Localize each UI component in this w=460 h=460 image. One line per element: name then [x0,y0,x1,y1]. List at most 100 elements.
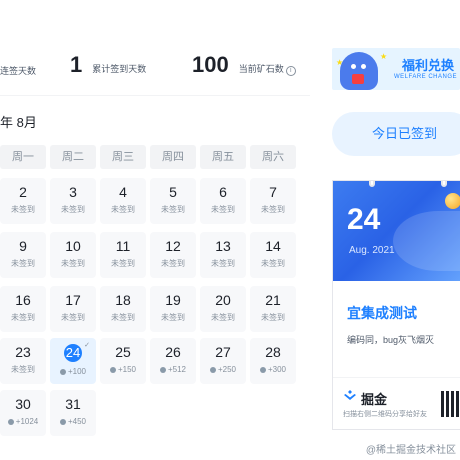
calendar-day[interactable]: 30 +1024 [0,390,46,436]
day-status: 未签到 [11,313,35,322]
weekday-thu: 周四 [150,145,196,169]
reward-value: +100 [67,367,87,376]
day-number: 25 [115,344,131,360]
day-reward: +300 [250,365,296,375]
info-icon[interactable]: i [285,66,296,76]
calendar-day[interactable]: 25 +150 [100,338,146,384]
calendar-day[interactable]: 17 未签到 [50,286,96,332]
day-number: 4 [119,184,127,200]
day-number: 20 [215,292,231,308]
card-month-year: Aug. 2021 [349,245,395,256]
calendar-day[interactable]: 11 未签到 [100,232,146,278]
signed-check-icon: ✓ [84,342,90,349]
day-status: 未签到 [111,205,135,214]
reward-value: +250 [217,365,237,374]
calendar-day[interactable]: 9 未签到 [0,232,46,278]
juejin-logo-icon [344,390,356,400]
share-hint: 扫描右侧二维码分享给好友 [343,411,427,418]
weekday-sat: 周六 [250,145,296,169]
day-status: 未签到 [61,205,85,214]
calendar-day[interactable]: 14 未签到 [250,232,296,278]
reward-value: +150 [117,365,137,374]
cumulative-days-value: 1 [70,52,83,77]
ore-icon [209,366,216,373]
star-icon: ★ [380,52,388,61]
day-reward: +250 [200,365,246,375]
day-reward: +512 [150,365,196,375]
reward-value: +300 [267,365,287,374]
card-headline: 宜集成测试 [347,305,417,321]
day-status: 未签到 [111,313,135,322]
calendar-day[interactable]: 31 +450 [50,390,96,436]
day-status: 未签到 [11,365,35,374]
calendar-day[interactable]: 18 未签到 [100,286,146,332]
calendar-day[interactable]: 5 未签到 [150,178,196,224]
day-status: 未签到 [11,259,35,268]
day-number: 27 [215,344,231,360]
welfare-exchange-banner[interactable]: ★ ★ 福利兑换 WELFARE CHANGE [332,48,460,90]
day-number: 5 [169,184,177,200]
calendar-day[interactable]: 13 未签到 [200,232,246,278]
ore-icon [7,418,14,425]
calendar-day[interactable]: 27 +250 [200,338,246,384]
share-card: 24 Aug. 2021 宜集成测试 编码同，bug灰飞烟灭 掘金 扫描右侧二维… [332,180,460,430]
calendar-day[interactable]: 21 未签到 [250,286,296,332]
day-number: 9 [19,238,27,254]
day-number: 26 [165,344,181,360]
day-status: 未签到 [261,205,285,214]
day-status: 未签到 [61,259,85,268]
day-number: 18 [115,292,131,308]
ore-icon [159,366,166,373]
ore-icon [109,366,116,373]
day-status: 未签到 [211,205,235,214]
weekday-fri: 周五 [200,145,246,169]
calendar-day[interactable]: 10 未签到 [50,232,96,278]
calendar-day[interactable]: 12 未签到 [150,232,196,278]
calendar-day-today[interactable]: ✓ 24 +100 [50,338,96,384]
day-number: 6 [219,184,227,200]
stats-bar: 连签天数 1 累计签到天数 100 当前矿石数 i [0,0,310,90]
day-status: 未签到 [61,313,85,322]
card-day: 24 [347,203,381,236]
signed-in-button[interactable]: 今日已签到 [332,112,460,156]
calendar-day[interactable]: 7 未签到 [250,178,296,224]
divider [0,95,310,96]
day-number: 12 [165,238,181,254]
day-number: 24 [64,344,82,362]
calendar-day[interactable]: 19 未签到 [150,286,196,332]
day-number: 17 [65,292,81,308]
mascot-eye [361,64,366,69]
day-status: 未签到 [211,313,235,322]
binder-ring-icon [369,181,375,187]
banner-title: 福利兑换 [402,58,455,73]
calendar-day[interactable]: 26 +512 [150,338,196,384]
day-status: 未签到 [111,259,135,268]
day-reward: +1024 [0,417,46,427]
weekday-mon: 周一 [0,145,46,169]
day-number: 23 [15,344,31,360]
calendar-day[interactable]: 23 未签到 [0,338,46,384]
gift-icon [352,74,364,84]
calendar-day[interactable]: 16 未签到 [0,286,46,332]
day-number: 2 [19,184,27,200]
day-reward: +450 [50,417,96,427]
day-status: 未签到 [161,205,185,214]
calendar-day[interactable]: 28 +300 [250,338,296,384]
day-number: 10 [65,238,81,254]
cumulative-days-stat: 1 累计签到天数 [70,52,146,78]
calendar-day[interactable]: 20 未签到 [200,286,246,332]
calendar-day[interactable]: 3 未签到 [50,178,96,224]
day-status: 未签到 [211,259,235,268]
streak-days-label: 连签天数 [0,66,37,76]
ball-icon [445,193,460,209]
brand-name: 掘金 [361,392,388,407]
day-number: 19 [165,292,181,308]
binder-ring-icon [441,181,447,187]
mascot-image [340,52,378,90]
calendar-day[interactable]: 4 未签到 [100,178,146,224]
qr-code-icon[interactable] [441,391,460,417]
day-number: 28 [265,344,281,360]
calendar-day[interactable]: 2 未签到 [0,178,46,224]
decor-wave [393,211,460,271]
calendar-day[interactable]: 6 未签到 [200,178,246,224]
